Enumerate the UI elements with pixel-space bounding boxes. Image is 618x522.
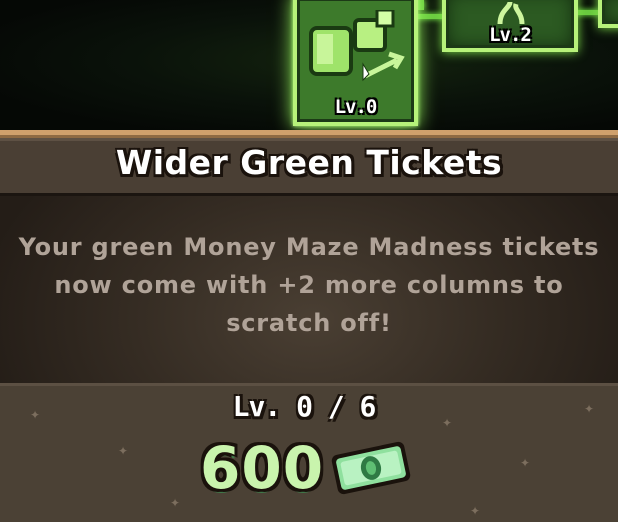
upgrade-tree: Lv.0 Lv.2 xyxy=(0,0,618,132)
sparkle-icon: ✦ xyxy=(170,496,181,510)
upgrade-node-edge[interactable] xyxy=(598,0,618,28)
tree-connector xyxy=(418,0,424,10)
green-ticket-arrow-icon xyxy=(309,10,405,82)
level-progress: Lv. 0 / 6 xyxy=(232,390,377,423)
node-level-label: Lv.0 xyxy=(334,96,378,118)
upgrade-cost[interactable]: 600 xyxy=(200,428,412,508)
game-screen: Lv.0 Lv.2 Wider Green Tickets Your green… xyxy=(0,0,618,522)
cost-value: 600 xyxy=(200,434,325,502)
upgrade-node-wider-green-tickets[interactable]: Lv.0 xyxy=(293,0,418,126)
sparkle-icon: ✦ xyxy=(470,504,481,518)
sparkle-icon: ✦ xyxy=(520,456,531,470)
green-plant-icon xyxy=(497,1,525,24)
node-level-label: Lv.2 xyxy=(489,24,532,46)
sparkle-icon: ✦ xyxy=(118,444,129,458)
upgrade-node-next[interactable]: Lv.2 xyxy=(442,0,578,52)
upgrade-title: Wider Green Tickets xyxy=(115,143,503,182)
upgrade-description: Your green Money Maze Madness tickets no… xyxy=(18,233,600,337)
green-cash-bill-icon xyxy=(331,441,411,495)
